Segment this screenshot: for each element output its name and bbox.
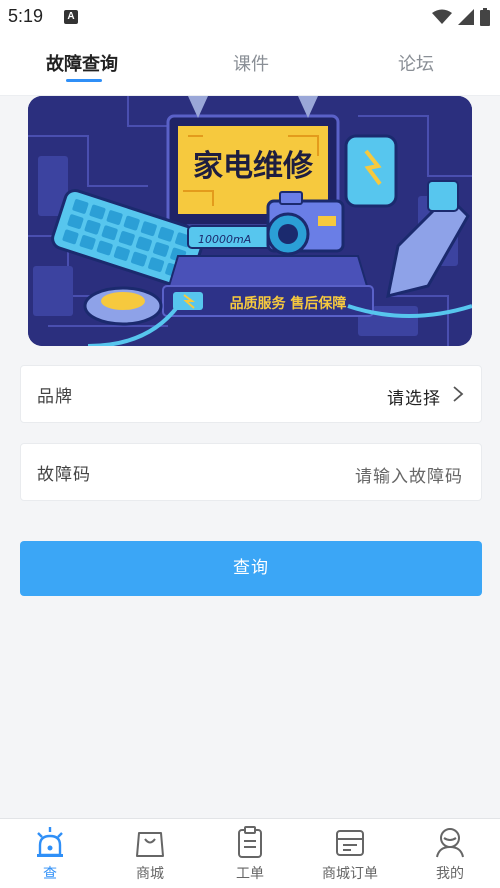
user-icon (436, 828, 464, 858)
chevron-right-icon (453, 386, 464, 402)
brand-label: 品牌 (37, 387, 73, 407)
tab-courseware[interactable]: 课件 (233, 34, 269, 96)
bottom-nav: 查 商城 工单 商城订单 我的 (0, 818, 500, 888)
battery-icon (480, 8, 490, 26)
banner-title: 家电维修 (193, 149, 314, 184)
fault-code-row: 故障码 请输入故障码 (20, 443, 482, 501)
clipboard-icon (238, 826, 262, 858)
nav-item-mall-orders[interactable]: 商城订单 (300, 819, 400, 888)
tab-forum[interactable]: 论坛 (398, 34, 434, 96)
system-icons (432, 8, 490, 26)
nav-label: 查 (43, 866, 57, 882)
nav-label: 商城订单 (322, 866, 378, 882)
query-button[interactable]: 查询 (20, 541, 482, 596)
nav-item-mall[interactable]: 商城 (100, 819, 200, 888)
a-letter-icon: A (64, 10, 78, 24)
status-bar: 5:19 A (0, 0, 500, 34)
top-tabs: 故障查询 课件 论坛 (0, 34, 500, 96)
status-time: 5:19 (8, 6, 44, 26)
fault-code-label: 故障码 (37, 465, 91, 485)
nav-label: 我的 (436, 866, 464, 882)
signal-icon (458, 9, 474, 25)
nav-label: 工单 (236, 866, 264, 882)
shopping-bag-icon (136, 832, 164, 857)
nav-item-check[interactable]: 查 (0, 819, 100, 888)
tab-fault-query[interactable]: 故障查询 (46, 34, 118, 96)
brand-select-row[interactable]: 品牌 请选择 (20, 365, 482, 423)
nav-label: 商城 (136, 866, 164, 882)
nav-item-mine[interactable]: 我的 (400, 819, 500, 888)
nav-item-work-order[interactable]: 工单 (200, 819, 300, 888)
order-box-icon (336, 830, 364, 856)
wifi-icon (432, 9, 452, 24)
banner-subtitle: 品质服务 售后保障 (230, 295, 347, 312)
tab-active-indicator (66, 79, 102, 82)
alarm-beacon-icon (37, 827, 63, 857)
brand-select-value[interactable]: 请选择 (387, 384, 441, 409)
fault-code-input[interactable]: 请输入故障码 (355, 462, 463, 487)
banner-illustration: 家电维修 10000mA 品质服务 售后保障 (28, 96, 472, 346)
banner-battery-text: 10000mA (198, 233, 251, 246)
promo-banner[interactable]: 家电维修 10000mA 品质服务 售后保障 (28, 96, 472, 346)
